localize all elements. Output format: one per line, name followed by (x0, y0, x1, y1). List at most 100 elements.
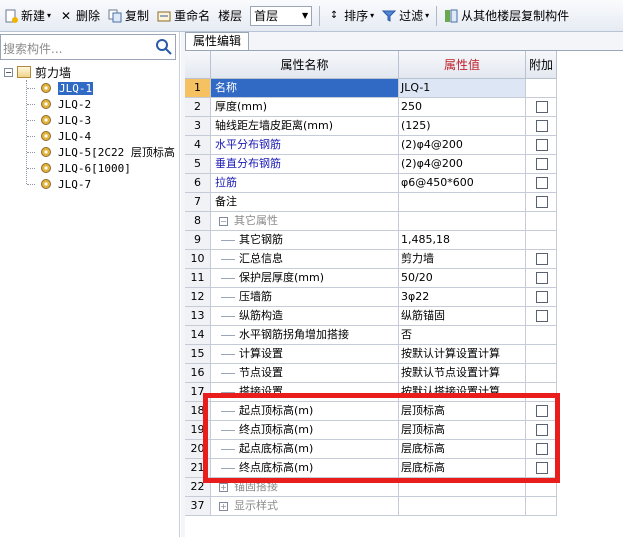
table-row[interactable]: 9 其它钢筋 1,485,18 (185, 231, 557, 250)
table-row[interactable]: 18 起点顶标高(m) 层顶标高 (185, 402, 557, 421)
add-checkbox[interactable] (536, 177, 548, 189)
property-value-cell[interactable]: 否 (399, 326, 526, 345)
add-checkbox[interactable] (536, 405, 548, 417)
search-input[interactable]: 搜索构件... (0, 34, 176, 60)
new-icon (4, 9, 18, 23)
filter-icon (381, 9, 397, 23)
search-icon[interactable] (155, 38, 173, 56)
table-row[interactable]: 8− 其它属性 (185, 212, 557, 231)
copy-button[interactable]: 复制 (104, 4, 153, 28)
rename-icon (157, 9, 171, 23)
table-row[interactable]: 5 垂直分布钢筋 (2)φ4@200 (185, 155, 557, 174)
component-list-panel: 搜索构件... − 剪力墙 JLQ-1 JLQ-2 JLQ-3 JLQ-4 JL… (0, 32, 180, 537)
property-value-cell[interactable]: 1,485,18 (399, 231, 526, 250)
new-button[interactable]: 新建 ▾ (0, 4, 55, 28)
table-row[interactable]: 22 + 锚固搭接 (185, 478, 557, 497)
add-checkbox[interactable] (536, 424, 548, 436)
table-row[interactable]: 2 厚度(mm) 250 (185, 98, 557, 117)
expand-icon[interactable]: + (219, 482, 228, 492)
property-value-cell[interactable]: (2)φ4@200 (399, 155, 526, 174)
table-row[interactable]: 10 汇总信息 剪力墙 (185, 250, 557, 269)
table-row[interactable]: 6 拉筋 φ6@450*600 (185, 174, 557, 193)
property-name-cell: 水平分布钢筋 (211, 136, 399, 155)
table-row[interactable]: 17 搭接设置 按默认搭接设置计算 (185, 383, 557, 402)
add-checkbox[interactable] (536, 253, 548, 265)
row-number: 1 (185, 79, 211, 98)
property-value-cell[interactable]: 剪力墙 (399, 250, 526, 269)
table-row[interactable]: 11 保护层厚度(mm) 50/20 (185, 269, 557, 288)
gear-icon (40, 130, 52, 142)
floor-select[interactable]: 首层 ▼ (250, 5, 313, 26)
add-checkbox[interactable] (536, 462, 548, 474)
table-row[interactable]: 12 压墙筋 3φ22 (185, 288, 557, 307)
tab-property-edit[interactable]: 属性编辑 (185, 32, 249, 50)
add-cell (526, 98, 557, 117)
property-value-cell[interactable]: 层底标高 (399, 440, 526, 459)
property-value-cell[interactable]: JLQ-1 (399, 79, 526, 98)
table-row[interactable]: 16 节点设置 按默认节点设置计算 (185, 364, 557, 383)
table-row[interactable]: 21 终点底标高(m) 层底标高 (185, 459, 557, 478)
table-row[interactable]: 37 + 显示样式 (185, 497, 557, 516)
add-checkbox[interactable] (536, 272, 548, 284)
table-row[interactable]: 1 名称 JLQ-1 (185, 79, 557, 98)
property-value-cell[interactable]: 按默认计算设置计算 (399, 345, 526, 364)
property-value-cell[interactable]: 按默认节点设置计算 (399, 364, 526, 383)
delete-button[interactable]: ✕ 删除 (55, 4, 104, 28)
table-row[interactable]: 14 水平钢筋拐角增加搭接 否 (185, 326, 557, 345)
property-value-cell[interactable] (399, 497, 526, 516)
add-cell (526, 193, 557, 212)
property-editor-panel: 属性编辑 属性名称 属性值 附加 1 名称 JLQ-1 2 厚度(mm) 250 3 轴线距左… (181, 32, 623, 537)
sort-button[interactable]: ↕ 排序 ▾ (323, 4, 378, 28)
rename-button[interactable]: 重命名 (153, 4, 214, 28)
property-value-cell[interactable]: 层底标高 (399, 459, 526, 478)
property-value-cell[interactable] (399, 212, 526, 231)
table-row[interactable]: 4 水平分布钢筋 (2)φ4@200 (185, 136, 557, 155)
add-checkbox[interactable] (536, 291, 548, 303)
add-checkbox[interactable] (536, 101, 548, 113)
property-name: 终点顶标高(m) (239, 423, 314, 436)
tree-item-jlq-3[interactable]: JLQ-3 (40, 112, 91, 128)
property-value-cell[interactable]: 50/20 (399, 269, 526, 288)
add-cell (526, 174, 557, 193)
table-row[interactable]: 20 起点底标高(m) 层底标高 (185, 440, 557, 459)
copy-from-other-floor-button[interactable]: 从其他楼层复制构件 (440, 4, 573, 28)
tree-item-jlq-4[interactable]: JLQ-4 (40, 128, 91, 144)
tree-item-jlq-1[interactable]: JLQ-1 (40, 80, 94, 96)
property-value-cell[interactable] (399, 193, 526, 212)
tree-item-jlq-7[interactable]: JLQ-7 (40, 176, 91, 192)
expand-icon[interactable]: + (219, 501, 228, 511)
add-checkbox[interactable] (536, 196, 548, 208)
collapse-icon[interactable]: − (4, 67, 13, 77)
tree-root-shear-wall[interactable]: − 剪力墙 (4, 64, 71, 80)
property-value-cell[interactable]: 层顶标高 (399, 421, 526, 440)
add-checkbox[interactable] (536, 443, 548, 455)
tree-item-jlq-5[interactable]: JLQ-5[2C22 层顶标高 (40, 144, 175, 160)
property-value-cell[interactable]: 纵筋锚固 (399, 307, 526, 326)
property-value-cell[interactable]: 层顶标高 (399, 402, 526, 421)
table-row[interactable]: 19 终点顶标高(m) 层顶标高 (185, 421, 557, 440)
add-checkbox[interactable] (536, 158, 548, 170)
add-checkbox[interactable] (536, 139, 548, 151)
tree-item-jlq-6[interactable]: JLQ-6[1000] (40, 160, 131, 176)
row-number: 9 (185, 231, 211, 250)
property-value-cell[interactable]: (2)φ4@200 (399, 136, 526, 155)
table-row[interactable]: 15 计算设置 按默认计算设置计算 (185, 345, 557, 364)
property-value-cell[interactable]: φ6@450*600 (399, 174, 526, 193)
new-dropdown-icon[interactable]: ▾ (47, 11, 51, 20)
filter-button[interactable]: 过滤 ▾ (378, 4, 433, 28)
sort-dropdown-icon[interactable]: ▾ (370, 11, 374, 20)
collapse-icon[interactable]: − (219, 216, 228, 226)
add-checkbox[interactable] (536, 310, 548, 322)
property-name-cell: 其它钢筋 (211, 231, 399, 250)
table-row[interactable]: 13 纵筋构造 纵筋锚固 (185, 307, 557, 326)
property-value-cell[interactable]: 按默认搭接设置计算 (399, 383, 526, 402)
property-value-cell[interactable] (399, 478, 526, 497)
property-value-cell[interactable]: 3φ22 (399, 288, 526, 307)
table-row[interactable]: 3 轴线距左墙皮距离(mm) (125) (185, 117, 557, 136)
property-value-cell[interactable]: (125) (399, 117, 526, 136)
add-checkbox[interactable] (536, 120, 548, 132)
table-row[interactable]: 7 备注 (185, 193, 557, 212)
property-value-cell[interactable]: 250 (399, 98, 526, 117)
filter-dropdown-icon[interactable]: ▾ (425, 11, 429, 20)
tree-item-jlq-2[interactable]: JLQ-2 (40, 96, 91, 112)
